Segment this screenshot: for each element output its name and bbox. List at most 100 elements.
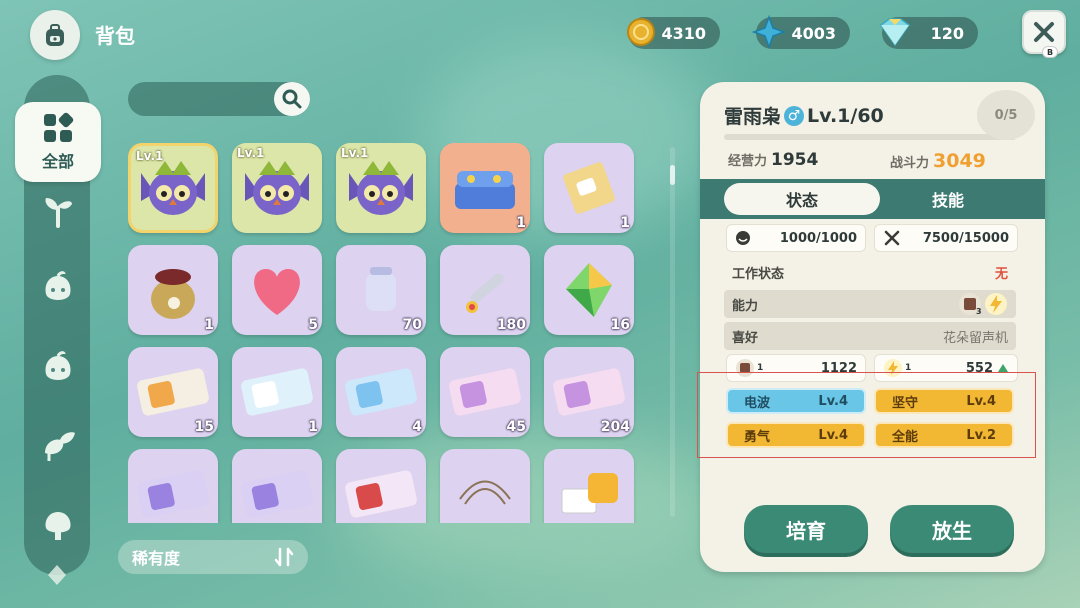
currency-star: 4003 (752, 15, 850, 49)
grid-item-owl[interactable]: Lv.1 (232, 143, 322, 233)
sidebar-item-all[interactable]: 全部 (15, 102, 101, 182)
tab-status[interactable]: 状态 (724, 183, 880, 215)
business-label: 经营力 (728, 154, 768, 169)
scroll-thumb[interactable] (670, 165, 675, 185)
search-icon (282, 89, 302, 109)
release-button[interactable]: 放生 (890, 505, 1014, 553)
grid-item-ticket-pink[interactable]: 204 (544, 347, 634, 437)
creature-name: 雷雨枭 (724, 106, 782, 128)
search-button[interactable] (274, 82, 310, 116)
grid-scrollbar[interactable] (670, 147, 675, 517)
combat-label: 战斗力 (890, 156, 930, 171)
crystal-icon (876, 13, 914, 51)
grid-item-wire[interactable] (440, 449, 530, 523)
close-button[interactable]: B (1022, 10, 1066, 58)
item-count: 204 (600, 419, 630, 435)
work-status-label: 工作状态 (732, 266, 785, 282)
leaf-bud-icon (45, 432, 75, 461)
blue-star-icon (750, 13, 788, 51)
tab-skills[interactable]: 技能 (870, 183, 1026, 215)
grid-item-ticket-violet[interactable] (232, 449, 322, 523)
grid-item-sack[interactable]: 1 (128, 245, 218, 335)
ability-row: 能力 3 (724, 290, 1016, 318)
likes-row: 喜好 花朵留声机 (724, 322, 1016, 350)
ability-scroll-icon[interactable]: 3 (958, 292, 982, 316)
sort-order-icon (274, 547, 294, 567)
grid-item-bed[interactable]: 1 (440, 143, 530, 233)
sidebar-item-tree[interactable] (36, 504, 80, 548)
creature-level: Lv.1/60 (807, 104, 884, 127)
grid-item-ticket-cloud[interactable]: 1 (232, 347, 322, 437)
stamina-box: 7500/15000 (874, 224, 1018, 252)
exp-bar (724, 134, 1016, 140)
slot-count: 0/5 (994, 107, 1018, 123)
grid-item-owl[interactable]: Lv.1 (128, 143, 218, 233)
hunger-value: 1000/1000 (779, 230, 857, 246)
combat-value: 3049 (933, 150, 986, 172)
business-stat: 经营力 1954 (728, 150, 818, 170)
tree-icon (45, 512, 71, 540)
item-level: Lv.1 (341, 146, 369, 160)
male-gender-icon: ♂ (784, 105, 805, 126)
work-status-value: 无 (994, 266, 1008, 282)
grid-item-gem[interactable]: 16 (544, 245, 634, 335)
search-bar[interactable] (128, 82, 310, 116)
gold-coin-icon (622, 13, 660, 51)
item-count: 1 (620, 215, 630, 231)
food-icon (736, 231, 750, 245)
ticket-violet-icon (128, 449, 218, 523)
lightning-icon[interactable] (984, 292, 1008, 316)
gold-amount: 4310 (661, 23, 706, 43)
sprout-icon (45, 198, 72, 228)
sidebar-item-label: 全部 (41, 152, 74, 171)
item-count: 45 (506, 419, 526, 435)
star-amount: 4003 (791, 23, 836, 43)
item-count: 1 (308, 419, 318, 435)
grid-item-box[interactable]: 1 (544, 143, 634, 233)
grid-item-ticket-pink[interactable]: 45 (440, 347, 530, 437)
sort-button[interactable]: 稀有度 (118, 540, 308, 574)
likes-value: 花朵留声机 (942, 330, 1008, 346)
crystal-amount: 120 (930, 23, 964, 43)
item-count: 1 (516, 215, 526, 231)
piano-icon (544, 449, 634, 523)
close-icon (1034, 22, 1054, 42)
business-value: 1954 (771, 150, 819, 170)
ticket-red-icon (336, 449, 426, 523)
currency-gold: 4310 (627, 17, 720, 49)
item-level: Lv.1 (237, 146, 265, 160)
combat-stat: 战斗力 3049 (890, 150, 986, 172)
sidebar-item-sprout[interactable] (36, 188, 80, 232)
sort-label: 稀有度 (132, 549, 181, 568)
hunger-box: 1000/1000 (726, 224, 866, 252)
sidebar-end-ornament (48, 565, 66, 585)
sidebar-item-leaf[interactable] (36, 424, 80, 468)
grid-item-heart[interactable]: 5 (232, 245, 322, 335)
breed-button[interactable]: 培育 (744, 505, 868, 553)
grid-item-piano[interactable] (544, 449, 634, 523)
grid-item-owl[interactable]: Lv.1 (336, 143, 426, 233)
ability-badge-level: 3 (976, 307, 982, 316)
grid-item-tool[interactable]: 180 (440, 245, 530, 335)
ability-icons: 3 (958, 292, 1008, 316)
backpack-icon (30, 10, 80, 60)
item-count: 4 (412, 419, 422, 435)
sidebar-item-seed-b[interactable] (36, 346, 80, 390)
sidebar-item-seed-a[interactable] (36, 266, 80, 310)
seed-face-icon (45, 351, 71, 380)
grid-item-ticket-cat[interactable]: 15 (128, 347, 218, 437)
slot-badge: 0/5 (977, 90, 1035, 140)
grid-item-ticket-violet[interactable] (128, 449, 218, 523)
tools-icon (884, 230, 900, 246)
item-count: 5 (308, 317, 318, 333)
close-key-hint: B (1042, 46, 1058, 58)
grid-item-ticket-red[interactable] (336, 449, 426, 523)
skills-highlight-box (697, 372, 1036, 458)
grid-item-jar[interactable]: 70 (336, 245, 426, 335)
item-count: 15 (194, 419, 214, 435)
creature-name-line: 雷雨枭 ♂ Lv.1/60 (724, 102, 884, 129)
ability-label: 能力 (732, 298, 759, 314)
item-count: 16 (610, 317, 630, 333)
currency-crystal: 120 (879, 17, 978, 49)
grid-item-ticket-blue[interactable]: 4 (336, 347, 426, 437)
